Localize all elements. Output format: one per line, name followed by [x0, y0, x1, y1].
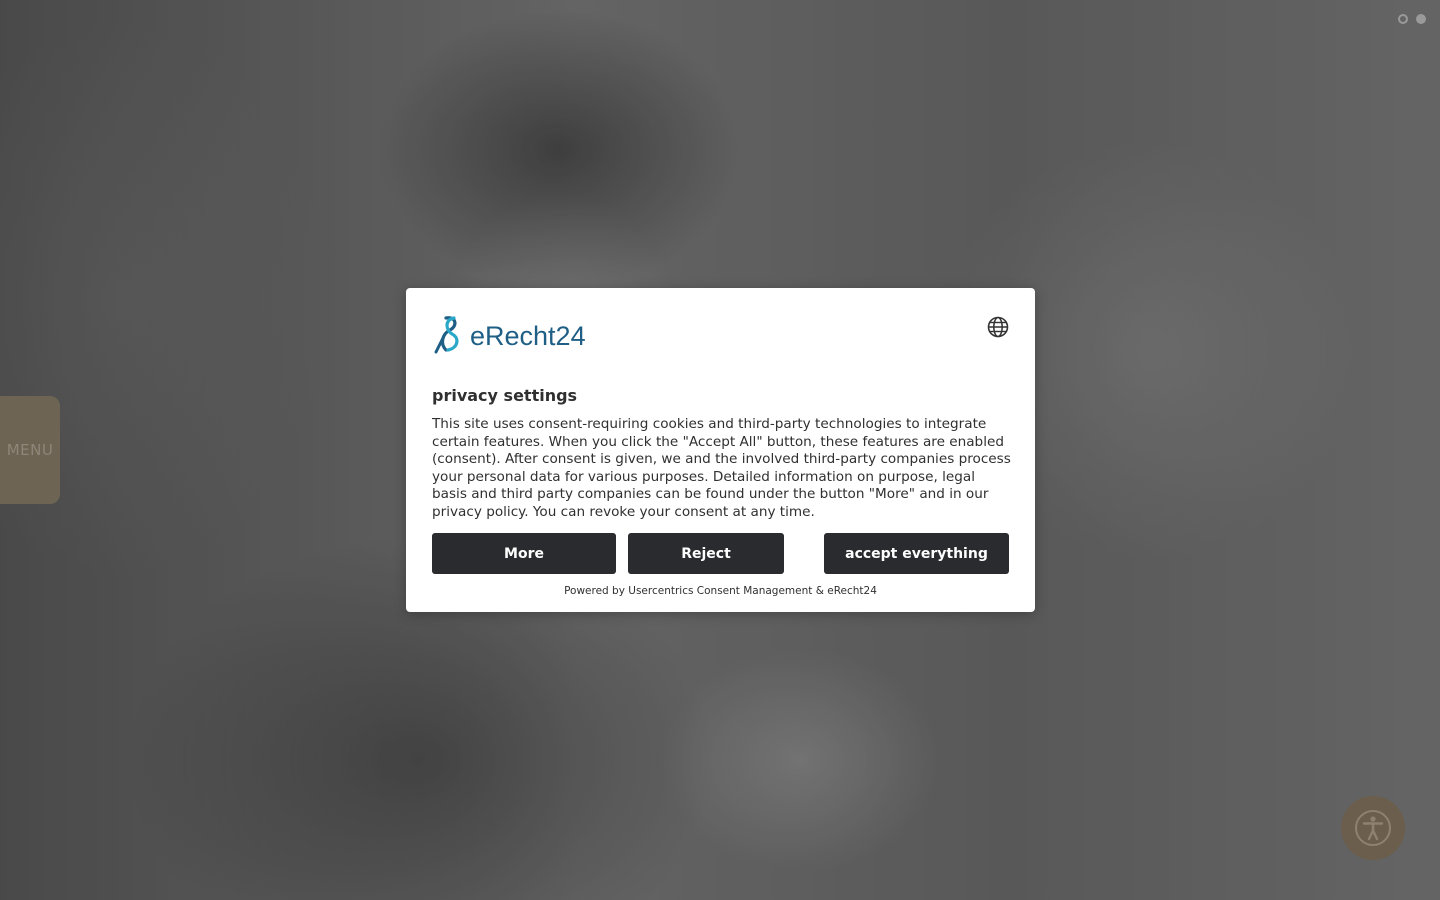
dialog-title: privacy settings — [432, 386, 578, 405]
accept-all-button[interactable]: accept everything — [824, 533, 1009, 574]
menu-label: MENU — [6, 441, 54, 459]
slider-dots — [1398, 14, 1426, 24]
erecht24-logo-icon — [434, 316, 459, 354]
slider-dot-1[interactable] — [1398, 14, 1408, 24]
erecht24-logo: eRecht24 — [432, 314, 586, 354]
slider-dot-2[interactable] — [1416, 14, 1426, 24]
menu-button[interactable]: MENU — [0, 396, 60, 504]
accessibility-icon — [1355, 810, 1391, 846]
globe-icon — [987, 316, 1009, 338]
dialog-body-text: This site uses consent-requiring cookies… — [432, 416, 1011, 520]
accessibility-button[interactable] — [1341, 796, 1405, 860]
more-button[interactable]: More — [432, 533, 616, 574]
logo-text: eRecht24 — [470, 320, 586, 351]
page: MENU eRecht24 privacy settings This site… — [0, 0, 1440, 900]
reject-button[interactable]: Reject — [628, 533, 784, 574]
language-button[interactable] — [987, 316, 1009, 338]
consent-dialog: eRecht24 privacy settings This site uses… — [406, 288, 1035, 612]
powered-by-text: Powered by Usercentrics Consent Manageme… — [564, 585, 877, 597]
